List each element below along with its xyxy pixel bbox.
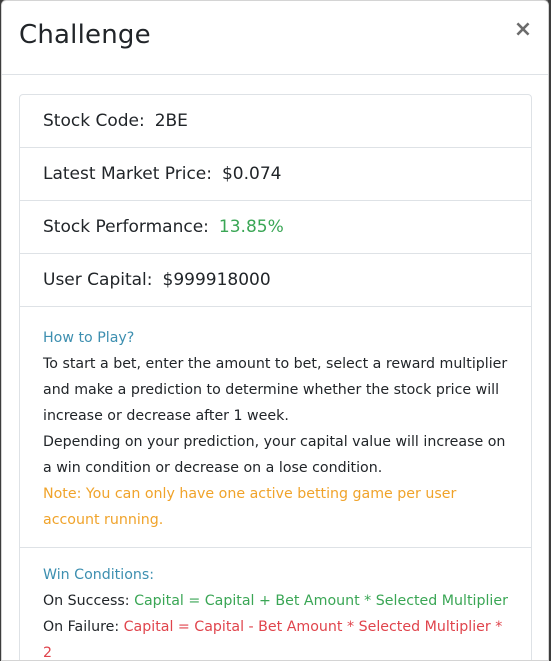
win-conditions-heading: Win Conditions: [43,567,155,583]
success-label: On Success: [43,593,130,609]
modal-title: Challenge [19,20,151,50]
close-icon[interactable]: × [512,17,534,43]
failure-condition: On Failure: Capital = Capital - Bet Amou… [43,614,508,660]
stock-performance-value: 13.85% [218,217,284,237]
user-capital-value: $999918000 [162,270,271,290]
stock-performance-row: Stock Performance: 13.85% [20,201,531,254]
success-formula: Capital = Capital + Bet Amount * Selecte… [134,593,508,609]
market-price-value: $0.074 [221,164,282,184]
challenge-details-list: Stock Code: 2BE Latest Market Price: $0.… [19,94,532,660]
how-to-play-paragraph-2: Depending on your prediction, your capit… [43,434,506,476]
stock-code-value: 2BE [154,111,188,131]
market-price-row: Latest Market Price: $0.074 [20,148,531,201]
success-condition: On Success: Capital = Capital + Bet Amou… [43,588,508,614]
user-capital-label: User Capital: [43,270,153,290]
how-to-play-heading: How to Play? [43,330,135,346]
how-to-play-section: How to Play? To start a bet, enter the a… [20,307,531,548]
failure-label: On Failure: [43,619,120,635]
challenge-modal: Challenge × Stock Code: 2BE Latest Marke… [1,0,549,661]
stock-code-label: Stock Code: [43,111,145,131]
user-capital-row: User Capital: $999918000 [20,254,531,307]
how-to-play-paragraph-1: To start a bet, enter the amount to bet,… [43,356,508,424]
stock-code-row: Stock Code: 2BE [20,95,531,148]
win-conditions-section: Win Conditions: On Success: Capital = Ca… [20,548,531,660]
stock-performance-label: Stock Performance: [43,217,209,237]
market-price-label: Latest Market Price: [43,164,212,184]
how-to-play-note: Note: You can only have one active betti… [43,486,457,528]
modal-header: Challenge × [2,1,548,75]
